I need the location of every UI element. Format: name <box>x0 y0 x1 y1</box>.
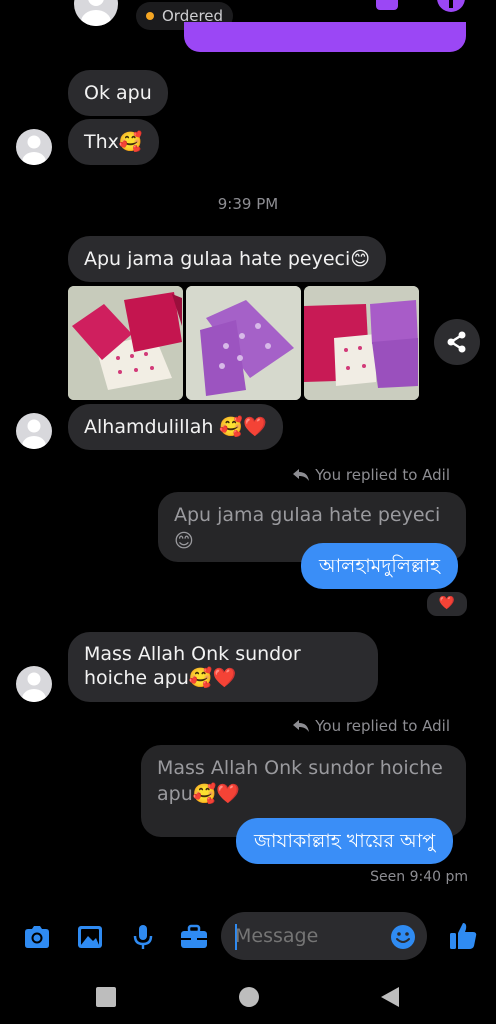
like-button[interactable] <box>448 920 478 952</box>
video-call-icon[interactable] <box>376 0 398 10</box>
thumbs-up-icon <box>450 923 477 949</box>
microphone-button[interactable] <box>128 922 158 952</box>
reply-indicator-text: You replied to Adil <box>315 466 450 484</box>
header-avatar[interactable] <box>74 0 118 26</box>
incoming-message-alhamdulillah[interactable]: Alhamdulillah 🥰❤️ <box>68 404 283 450</box>
camera-icon <box>25 926 49 948</box>
photo-attachments[interactable] <box>68 286 419 400</box>
seen-status: Seen 9:40 pm <box>370 869 468 885</box>
incoming-message-mass-allah[interactable]: Mass Allah Onk sundor hoiche apu🥰❤️ <box>68 632 378 702</box>
emoji-icon <box>391 925 415 949</box>
status-dot <box>146 12 154 20</box>
gallery-button[interactable] <box>75 922 105 952</box>
incoming-message-ok-apu[interactable]: Ok apu <box>68 70 168 116</box>
incoming-message-jama[interactable]: Apu jama gulaa hate peyeci😊 <box>68 236 387 282</box>
microphone-icon <box>133 925 153 949</box>
incoming-message-mass-allah-text: Mass Allah Onk sundor hoiche apu🥰❤️ <box>84 643 301 689</box>
photo-3[interactable] <box>304 286 419 400</box>
reaction-badge[interactable]: ❤️ <box>425 590 469 618</box>
sender-avatar <box>16 413 52 449</box>
reply-arrow-icon <box>293 469 310 481</box>
share-icon <box>447 331 466 353</box>
back-arrow-icon[interactable] <box>18 0 48 10</box>
info-icon[interactable] <box>437 0 465 12</box>
reply-indicator: You replied to Adil <box>293 717 450 735</box>
photo-1[interactable] <box>68 286 183 400</box>
share-button[interactable] <box>434 319 480 365</box>
sender-avatar <box>16 129 52 165</box>
image-icon <box>78 926 102 948</box>
camera-button[interactable] <box>22 922 52 952</box>
briefcase-icon <box>181 924 207 948</box>
home-button[interactable] <box>239 987 259 1007</box>
back-icon <box>381 987 399 1007</box>
back-button[interactable] <box>380 986 400 1008</box>
message-input[interactable] <box>235 912 385 960</box>
photo-2[interactable] <box>186 286 301 400</box>
emoji-button[interactable] <box>389 923 417 951</box>
incoming-message-thx[interactable]: Thx🥰 <box>68 119 159 165</box>
message-input-container[interactable] <box>221 912 427 960</box>
timestamp: 9:39 PM <box>217 195 279 213</box>
reply-indicator: You replied to Adil <box>293 466 450 484</box>
previous-outgoing-bubble <box>184 22 466 52</box>
reaction-heart: ❤️ <box>438 596 456 611</box>
outgoing-message-alhamdulillah[interactable]: আলহামদুলিল্লাহ <box>301 543 458 589</box>
reply-arrow-icon <box>293 720 310 732</box>
briefcase-button[interactable] <box>178 922 210 952</box>
reply-indicator-text: You replied to Adil <box>315 717 450 735</box>
recents-button[interactable] <box>96 987 116 1007</box>
outgoing-message-jazakallah[interactable]: জাযাকাল্লাহ খায়ের আপু <box>236 818 454 864</box>
sender-avatar <box>16 666 52 702</box>
